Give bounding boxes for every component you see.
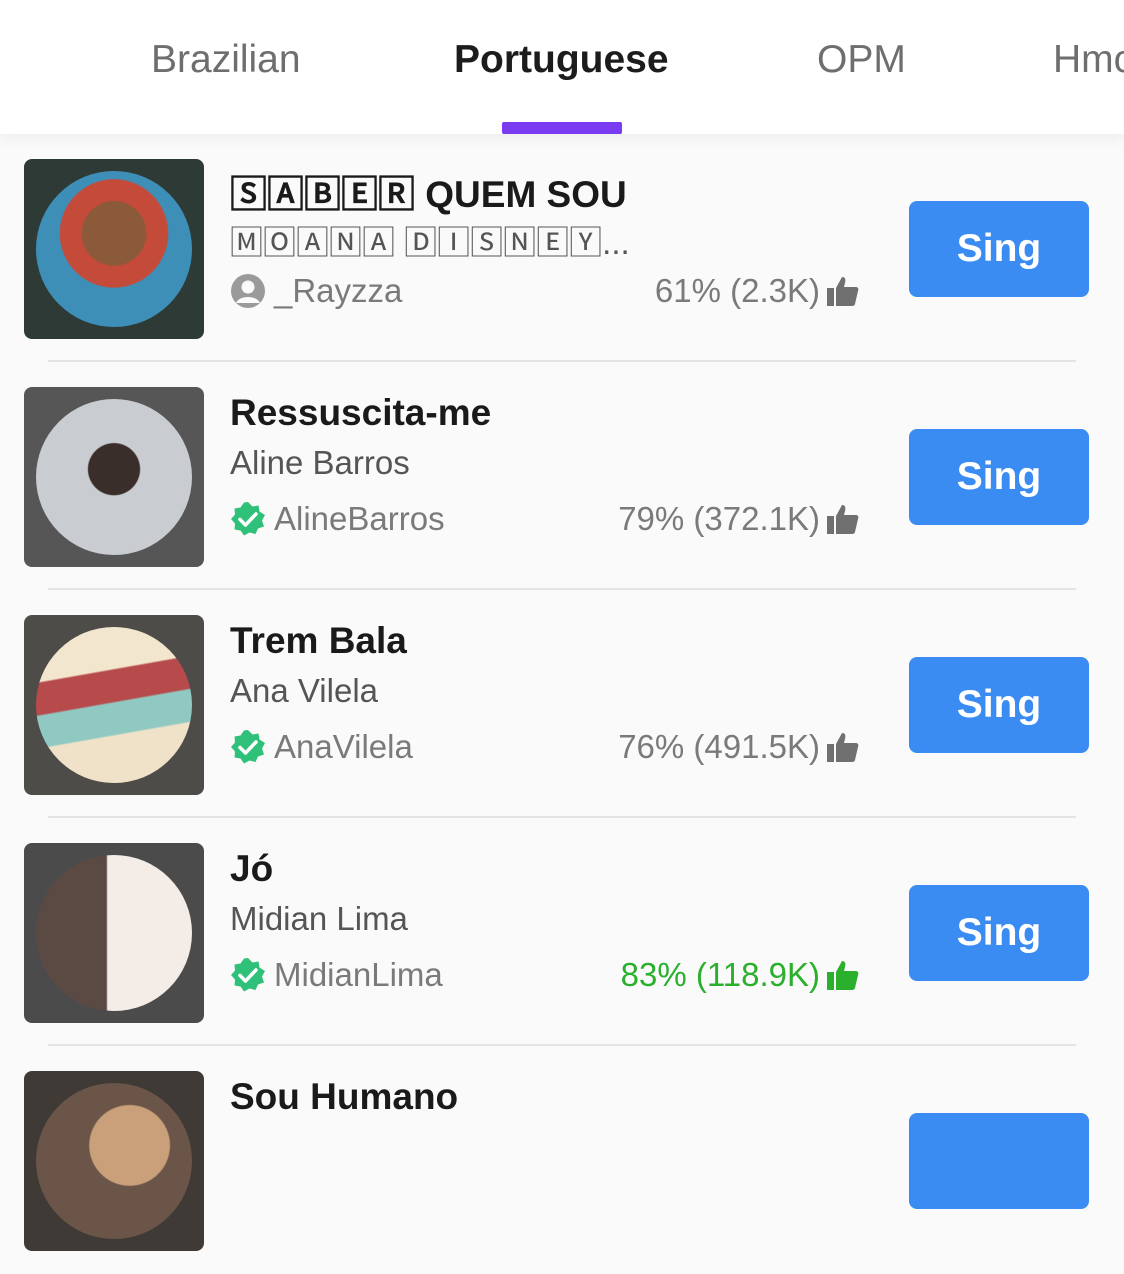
song-title: Trem Bala — [230, 620, 407, 661]
uploader-name: MidianLima — [274, 956, 443, 993]
thumbs-up-icon — [827, 733, 859, 762]
rating-value: 76% (491.5K) — [618, 728, 820, 765]
tab-hmo[interactable]: Hmo — [1053, 38, 1124, 82]
song-artist: Ana Vilela — [230, 672, 379, 709]
sing-button[interactable]: Sing — [909, 201, 1089, 297]
thumbs-up-icon — [827, 961, 859, 990]
song-artist: Midian Lima — [230, 900, 408, 937]
uploader-name: _Rayzza — [274, 272, 403, 309]
song-cover — [24, 387, 204, 567]
sing-button[interactable]: Sing — [909, 657, 1089, 753]
verified-badge-icon — [231, 958, 265, 992]
song-rating: 79% (372.1K) — [618, 499, 860, 539]
rating-value: 61% (2.3K) — [654, 272, 820, 309]
active-tab-indicator — [502, 122, 622, 134]
song-row[interactable]: Sou Humano — [0, 1046, 1124, 1274]
user-avatar-icon — [231, 274, 265, 308]
song-cover — [24, 1071, 204, 1251]
song-artist: Aline Barros — [230, 444, 410, 481]
song-uploader[interactable]: _Rayzza — [230, 271, 402, 311]
song-rating: 83% (118.9K) — [621, 955, 860, 995]
tab-portuguese[interactable]: Portuguese — [454, 38, 669, 82]
song-cover — [24, 843, 204, 1023]
thumbs-up-icon — [827, 277, 859, 306]
song-title: 🅂🄰🄱🄴🅁 QUEM SOU — [230, 174, 627, 215]
song-uploader[interactable]: AnaVilela — [230, 727, 413, 767]
uploader-name: AlineBarros — [274, 500, 445, 537]
song-uploader[interactable]: MidianLima — [230, 955, 443, 995]
song-cover — [24, 615, 204, 795]
uploader-name: AnaVilela — [274, 728, 413, 765]
song-row[interactable]: 🅂🄰🄱🄴🅁 QUEM SOU 🄼🄾🄰🄽🄰 🄳🄸🅂🄽🄴🅈... _Rayzza 6… — [0, 134, 1124, 362]
tab-bar: Brazilian Portuguese OPM Hmo — [0, 0, 1124, 134]
verified-badge-icon — [231, 502, 265, 536]
song-row[interactable]: Trem Bala Ana Vilela AnaVilela 76% (491.… — [0, 590, 1124, 818]
verified-badge-icon — [231, 730, 265, 764]
song-list: 🅂🄰🄱🄴🅁 QUEM SOU 🄼🄾🄰🄽🄰 🄳🄸🅂🄽🄴🅈... _Rayzza 6… — [0, 134, 1124, 1251]
tab-opm[interactable]: OPM — [817, 38, 906, 82]
tab-brazilian[interactable]: Brazilian — [151, 38, 301, 82]
sing-button[interactable] — [909, 1113, 1089, 1209]
rating-value: 79% (372.1K) — [618, 500, 820, 537]
song-title: Sou Humano — [230, 1076, 459, 1117]
song-row[interactable]: Jó Midian Lima MidianLima 83% (118.9K) S… — [0, 818, 1124, 1046]
thumbs-up-icon — [827, 505, 859, 534]
song-title: Ressuscita-me — [230, 392, 492, 433]
song-artist: 🄼🄾🄰🄽🄰 🄳🄸🅂🄽🄴🅈... — [230, 224, 630, 261]
song-cover — [24, 159, 204, 339]
rating-value: 83% (118.9K) — [620, 956, 820, 993]
song-title: Jó — [230, 848, 274, 889]
song-uploader[interactable]: AlineBarros — [230, 499, 445, 539]
sing-button[interactable]: Sing — [909, 429, 1089, 525]
song-rating: 61% (2.3K) — [655, 271, 860, 311]
song-rating: 76% (491.5K) — [618, 727, 860, 767]
song-row[interactable]: Ressuscita-me Aline Barros AlineBarros 7… — [0, 362, 1124, 590]
sing-button[interactable]: Sing — [909, 885, 1089, 981]
